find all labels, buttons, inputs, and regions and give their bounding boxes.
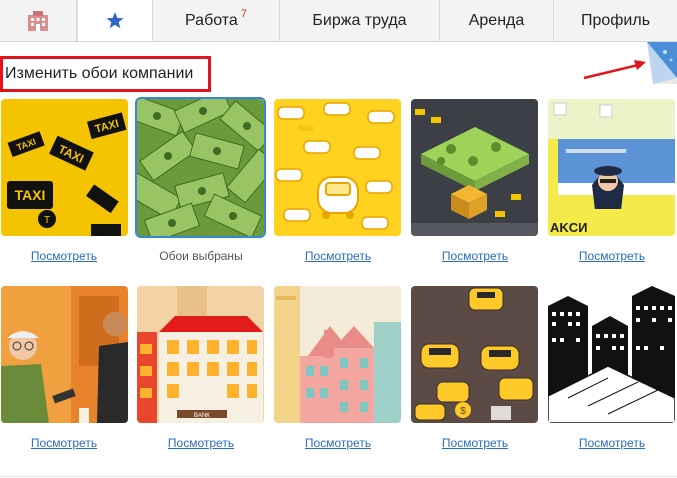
tab-work-label: Работа xyxy=(185,11,238,29)
bank-building-image: BANK xyxy=(137,286,264,423)
wallpaper-thumb-bank-building[interactable]: BANK xyxy=(137,286,264,423)
top-nav: Работа 7 Биржа труда Аренда Профиль xyxy=(0,0,677,42)
svg-text:AKCИ: AKCИ xyxy=(550,220,588,235)
taxi-signs-image: TAXI TAXI TAXI TAXI T xyxy=(1,99,128,236)
isometric-city-image xyxy=(411,99,538,236)
wallpaper-thumb-bw-city[interactable] xyxy=(548,286,675,423)
home-button[interactable] xyxy=(0,0,77,41)
selected-wallpaper-label: Обои выбраны xyxy=(159,249,243,263)
preview-link[interactable]: Посмотреть xyxy=(0,249,134,263)
wallpaper-thumb-isometric-city[interactable] xyxy=(411,99,538,236)
favorites-tab[interactable] xyxy=(77,0,153,41)
company-building-icon xyxy=(28,10,48,31)
page-title: Изменить обои компании xyxy=(0,56,211,92)
work-count-badge: 7 xyxy=(240,7,247,20)
bottom-divider xyxy=(0,476,677,477)
red-arrow-annotation xyxy=(583,60,646,80)
svg-text:$: $ xyxy=(460,406,466,417)
wallpaper-thumb-office-people[interactable] xyxy=(1,286,128,423)
tab-profile[interactable]: Профиль xyxy=(554,0,677,41)
preview-link[interactable]: Посмотреть xyxy=(542,436,677,450)
wallpaper-thumb-taxi-driver[interactable]: AKCИ xyxy=(548,99,675,236)
taxi-cars-dark-image: $ xyxy=(411,286,538,423)
star-icon xyxy=(106,12,124,29)
svg-text:BANK: BANK xyxy=(194,413,210,419)
taxi-driver-image: AKCИ xyxy=(548,99,675,236)
preview-link[interactable]: Посмотреть xyxy=(542,249,677,263)
preview-link[interactable]: Посмотреть xyxy=(405,436,545,450)
wallpaper-thumb-city-towers[interactable] xyxy=(274,286,401,423)
wallpaper-thumb-taxi-signs[interactable]: TAXI TAXI TAXI TAXI T xyxy=(1,99,128,236)
tab-labor-exchange-label: Биржа труда xyxy=(312,11,407,29)
svg-text:T: T xyxy=(44,215,50,226)
wallpaper-thumb-yellow-cars[interactable]: TAXI xyxy=(274,99,401,236)
preview-link[interactable]: Посмотреть xyxy=(131,436,271,450)
preview-link[interactable]: Посмотреть xyxy=(0,436,134,450)
tab-work[interactable]: Работа 7 xyxy=(153,0,280,41)
wallpaper-thumb-taxi-cars-dark[interactable]: $ xyxy=(411,286,538,423)
wallpaper-thumb-dollar-bills[interactable] xyxy=(137,99,264,236)
svg-text:TAXI: TAXI xyxy=(298,126,313,133)
svg-text:TAXI: TAXI xyxy=(15,187,46,203)
bw-city-image xyxy=(548,286,675,423)
office-people-image xyxy=(1,286,128,423)
preview-link[interactable]: Посмотреть xyxy=(405,249,545,263)
tab-rent[interactable]: Аренда xyxy=(440,0,554,41)
preview-link[interactable]: Посмотреть xyxy=(268,249,408,263)
page-curl-icon[interactable] xyxy=(645,42,677,84)
yellow-cars-image: TAXI xyxy=(274,99,401,236)
preview-link[interactable]: Посмотреть xyxy=(268,436,408,450)
tab-labor-exchange[interactable]: Биржа труда xyxy=(280,0,440,41)
tab-profile-label: Профиль xyxy=(580,11,651,29)
dollar-bills-image xyxy=(137,99,264,236)
city-towers-image xyxy=(274,286,401,423)
tab-rent-label: Аренда xyxy=(468,11,525,29)
